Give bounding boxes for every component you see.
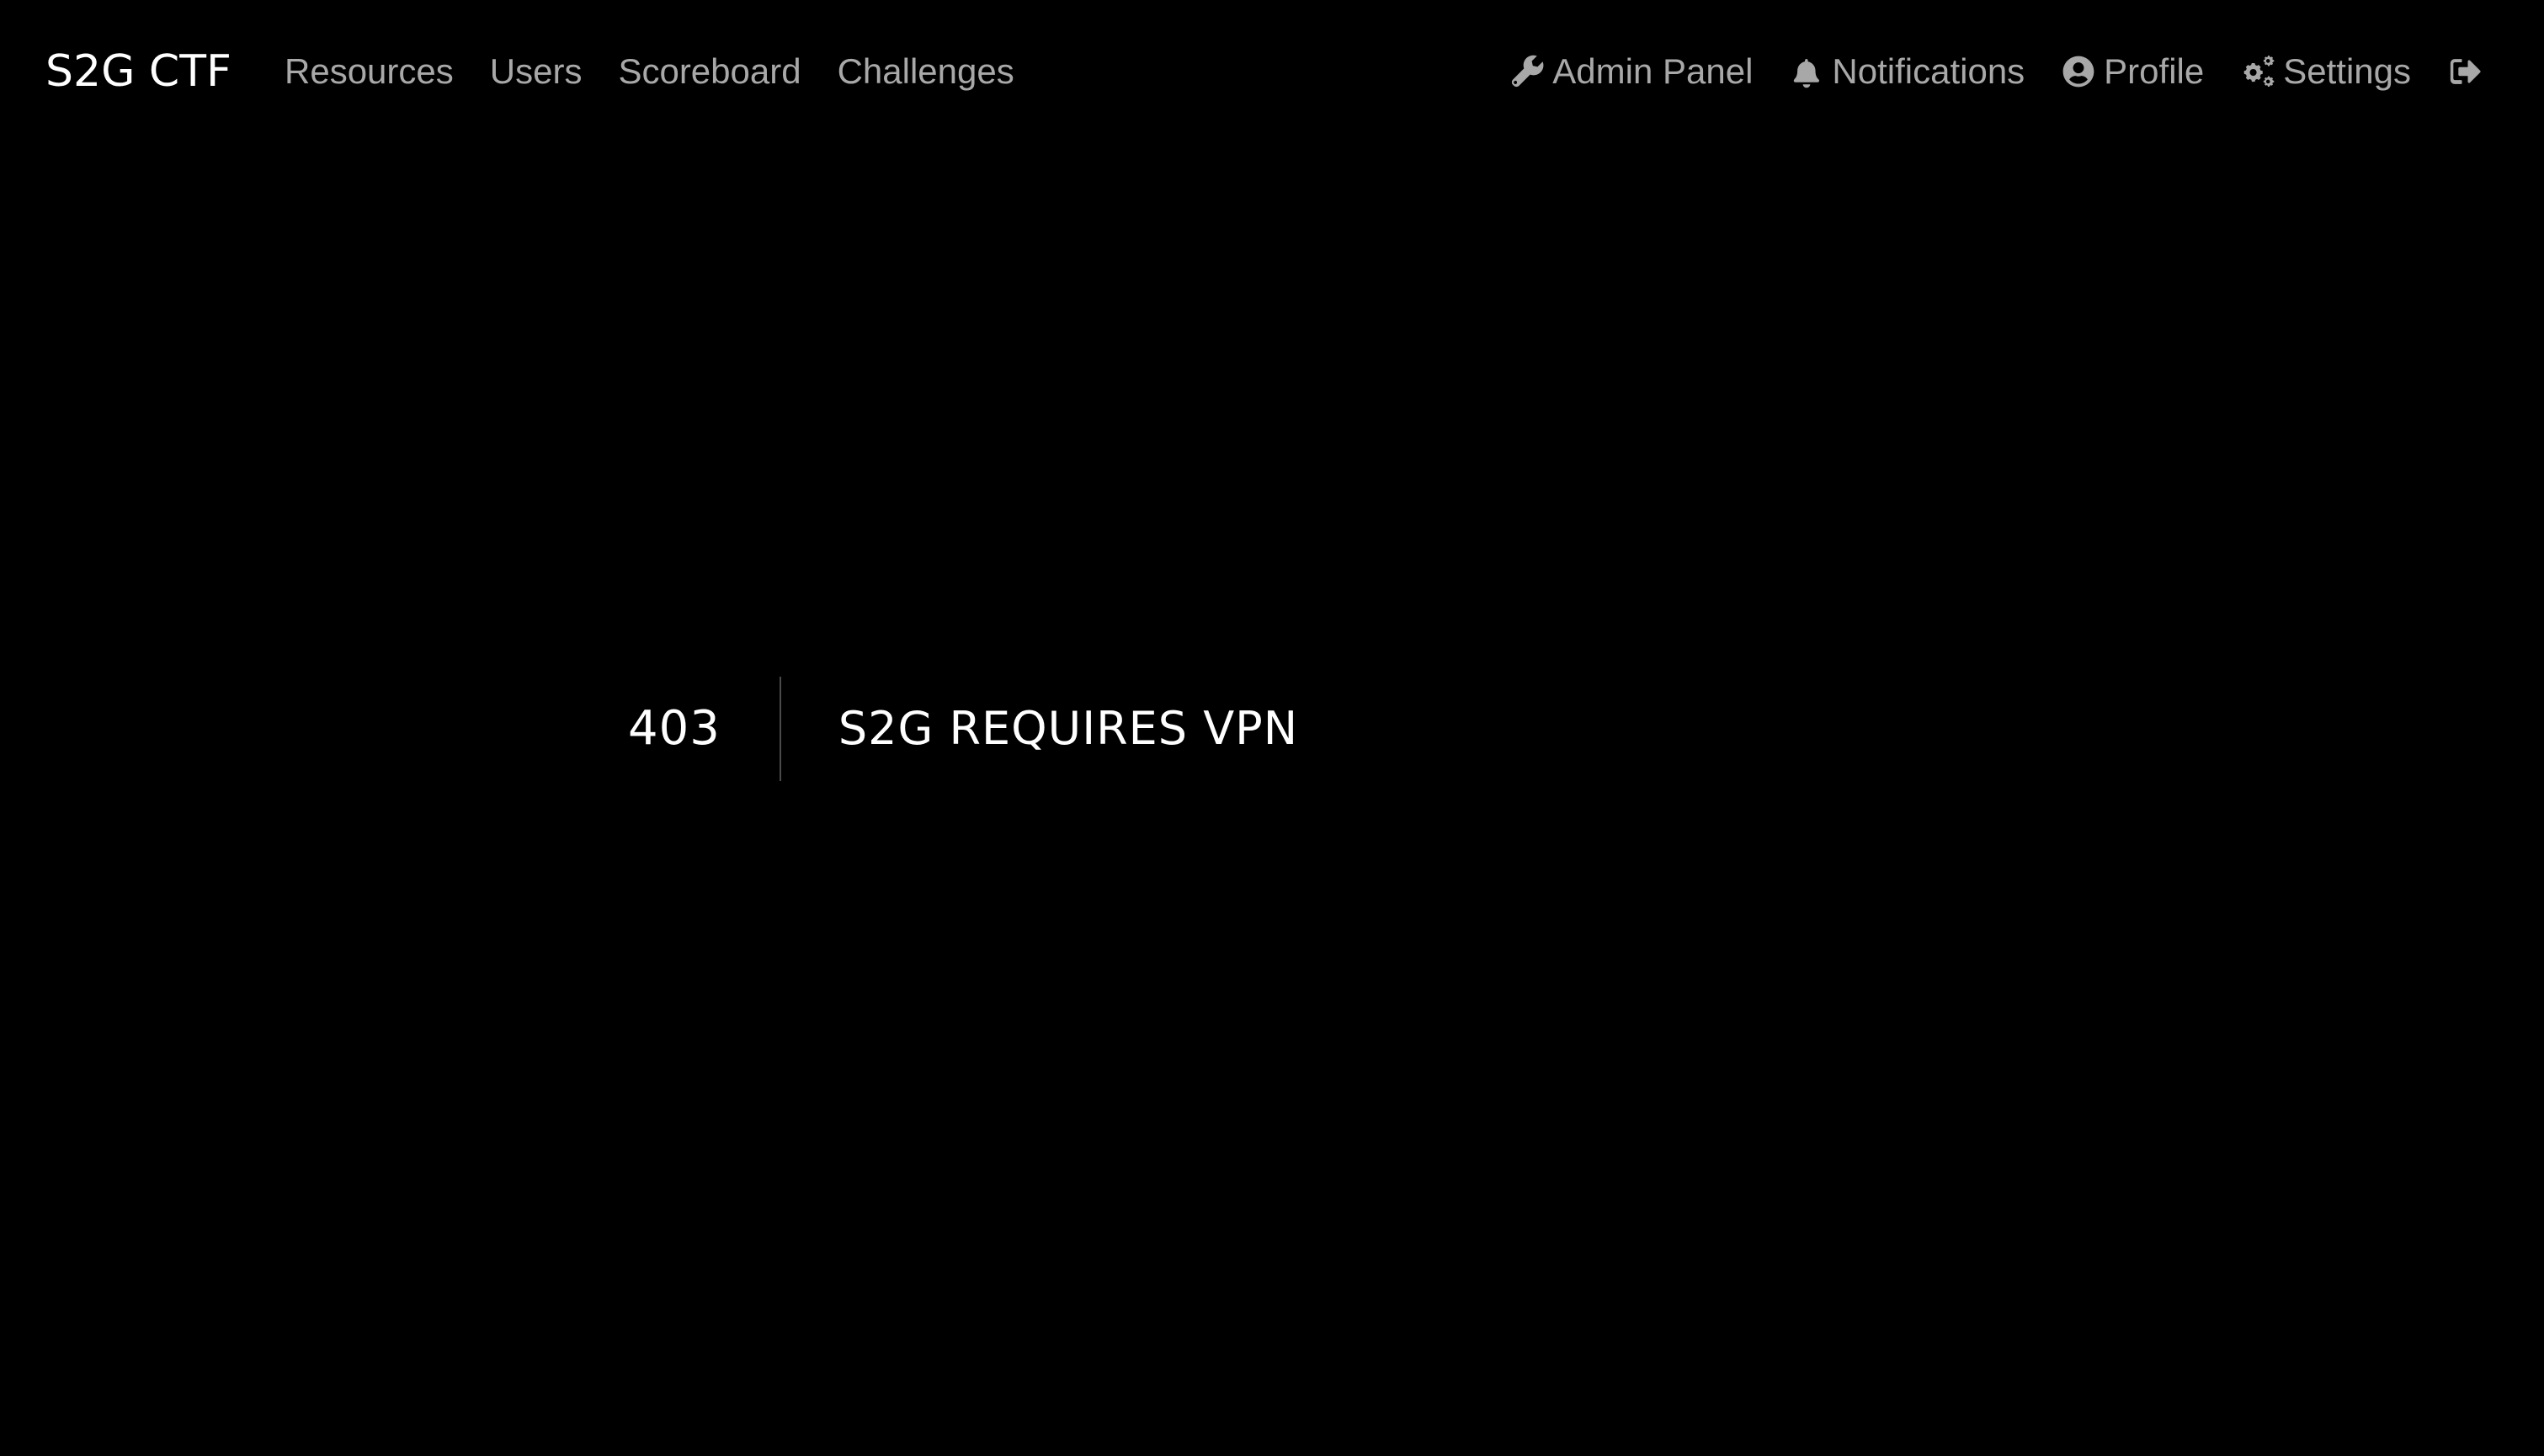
nav-left-links: Resources Users Scoreboard Challenges [285, 44, 1051, 99]
nav-link-users[interactable]: Users [490, 44, 583, 99]
brand-logo-link[interactable]: S2G CTF [45, 40, 232, 103]
error-panel: 403 S2G REQUIRES VPN [628, 677, 1298, 781]
nav-link-challenges[interactable]: Challenges [838, 44, 1014, 99]
bell-icon [1788, 53, 1825, 90]
nav-link-scoreboard[interactable]: Scoreboard [618, 44, 801, 99]
gears-icon [2239, 53, 2276, 90]
nav-label-notifications: Notifications [1832, 51, 2025, 91]
nav-link-profile[interactable]: Profile [2060, 44, 2204, 99]
nav-right-links: Admin Panel Notifications Profile Settin… [1509, 44, 2483, 99]
wrench-icon [1509, 53, 1546, 90]
nav-link-settings[interactable]: Settings [2239, 44, 2411, 99]
user-circle-icon [2060, 53, 2097, 90]
nav-link-admin-panel[interactable]: Admin Panel [1509, 44, 1753, 99]
nav-link-resources[interactable]: Resources [285, 44, 454, 99]
error-code: 403 [628, 701, 721, 756]
top-navbar: S2G CTF Resources Users Scoreboard Chall… [0, 0, 2544, 143]
nav-label-profile: Profile [2104, 51, 2205, 91]
error-message: S2G REQUIRES VPN [838, 702, 1299, 755]
nav-label-admin-panel: Admin Panel [1552, 51, 1754, 91]
logout-icon [2446, 53, 2483, 90]
logout-button[interactable] [2446, 53, 2483, 90]
nav-link-notifications[interactable]: Notifications [1788, 44, 2025, 99]
nav-label-settings: Settings [2283, 51, 2411, 91]
